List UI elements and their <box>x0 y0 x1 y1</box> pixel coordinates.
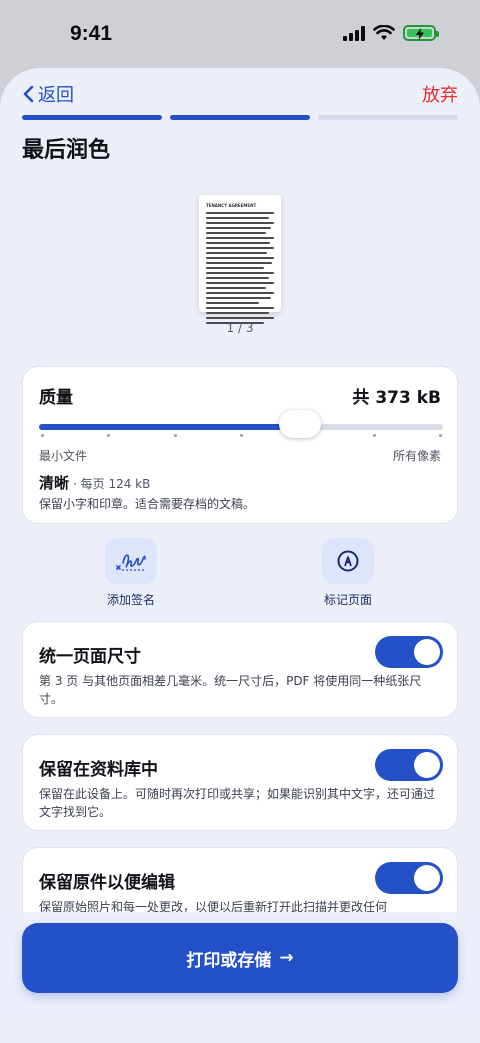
signature-icon <box>105 538 157 584</box>
thumbnail-line <box>206 257 274 259</box>
thumbnail-line <box>206 282 274 284</box>
slider-tick <box>372 434 376 437</box>
keep-originals-toggle[interactable] <box>375 862 443 894</box>
step-2-indicator <box>170 115 310 120</box>
pen-marker-icon <box>322 538 374 584</box>
print-or-save-label: 打印或存储 <box>186 950 272 971</box>
thumbnail-line <box>206 237 274 239</box>
step-3-indicator <box>318 115 458 120</box>
print-or-save-button[interactable]: 打印或存储 → <box>22 923 458 993</box>
page-title: 最后润色 <box>22 138 111 163</box>
arrow-right-icon: → <box>279 948 294 968</box>
option-title: 统一页面尺寸 <box>39 647 141 667</box>
cellular-signal-icon <box>343 25 365 41</box>
wifi-icon <box>373 25 395 40</box>
thumbnail-line <box>206 312 269 314</box>
thumbnail-line <box>206 217 269 219</box>
thumbnail-line <box>206 212 274 214</box>
thumbnail-line <box>206 292 274 294</box>
option-unify-page-size: 统一页面尺寸 第 3 页 与其他页面相差几毫米。统一尺寸后，PDF 将使用同一种… <box>22 621 458 718</box>
back-label: 返回 <box>38 85 74 106</box>
quality-description: 保留小字和印章。适合需要存档的文稿。 <box>39 497 256 511</box>
page-thumbnail[interactable]: TENANCY AGREEMENT <box>199 195 281 324</box>
thumbnail-line <box>206 287 266 289</box>
quality-max-label: 所有像素 <box>392 449 441 463</box>
thumbnail-doc-title: TENANCY AGREEMENT <box>206 203 257 208</box>
page-indicator: 1 / 3 <box>226 321 254 335</box>
quality-slider-fill <box>39 424 300 430</box>
quality-card: 质量 共 373 kB 最小文件 所有像素 清晰 · 每页 124 kB 保留小字… <box>22 366 458 524</box>
thumbnail-line <box>206 297 271 299</box>
thumbnail-text-lines <box>206 212 274 324</box>
unify-page-size-toggle[interactable] <box>375 636 443 668</box>
slider-tick <box>41 434 44 437</box>
slider-tick <box>173 434 177 437</box>
toggle-knob <box>414 752 440 778</box>
slider-tick <box>439 434 442 437</box>
quality-slider-ticks <box>39 434 443 438</box>
status-bar: 9:41 <box>0 0 480 68</box>
quality-label: 质量 <box>39 388 73 408</box>
step-progress <box>22 115 458 120</box>
option-description: 第 3 页 与其他页面相差几毫米。统一尺寸后，PDF 将使用同一种纸张尺寸。 <box>39 674 422 706</box>
thumbnail-line <box>206 317 274 319</box>
final-touch-sheet: 返回 放弃 最后润色 TENANCY AGREEMENT 1 / 3 质量 共 … <box>0 68 480 1043</box>
add-signature-button[interactable]: 添加签名 <box>71 538 191 608</box>
chevron-left-icon <box>23 85 34 103</box>
quality-level: 清晰 · 每页 124 kB <box>39 472 150 493</box>
markup-page-label: 标记页面 <box>323 593 372 607</box>
thumbnail-line <box>206 222 274 224</box>
quality-level-label: 清晰 <box>39 474 70 492</box>
quality-total-size: 共 373 kB <box>352 388 441 408</box>
step-1-indicator <box>22 115 162 120</box>
back-button[interactable]: 返回 <box>22 81 74 107</box>
slider-tick <box>240 434 243 437</box>
slider-tick <box>107 434 111 437</box>
thumbnail-line <box>206 302 260 304</box>
option-keep-in-library: 保留在资料库中 保留在此设备上。可随时再次打印或共享；如果能识别其中文字，还可通… <box>22 734 458 831</box>
status-time: 9:41 <box>70 22 113 45</box>
quality-per-page-size: · 每页 124 kB <box>73 477 151 491</box>
quality-slider[interactable] <box>39 424 443 430</box>
quality-slider-thumb[interactable] <box>278 410 321 438</box>
discard-button[interactable]: 放弃 <box>422 81 458 107</box>
keep-in-library-toggle[interactable] <box>375 749 443 781</box>
thumbnail-line <box>206 262 272 264</box>
thumbnail-line <box>206 242 270 244</box>
thumbnail-line <box>206 277 270 279</box>
thumbnail-line <box>206 307 274 309</box>
toggle-knob <box>414 639 440 665</box>
thumbnail-line <box>206 227 272 229</box>
status-icons <box>343 25 439 41</box>
thumbnail-line <box>206 272 274 274</box>
thumbnail-line <box>206 267 264 269</box>
battery-icon <box>403 25 439 41</box>
thumbnail-line <box>206 232 266 234</box>
thumbnail-line <box>206 252 268 254</box>
option-title: 保留在资料库中 <box>39 760 158 780</box>
markup-page-button[interactable]: 标记页面 <box>288 538 408 608</box>
option-description: 保留在此设备上。可随时再次打印或共享；如果能识别其中文字，还可通过文字找到它。 <box>39 787 436 819</box>
thumbnail-line <box>206 247 274 249</box>
quality-min-label: 最小文件 <box>39 449 88 463</box>
toggle-knob <box>414 865 440 891</box>
option-title: 保留原件以便编辑 <box>39 873 175 893</box>
add-signature-label: 添加签名 <box>106 593 155 607</box>
